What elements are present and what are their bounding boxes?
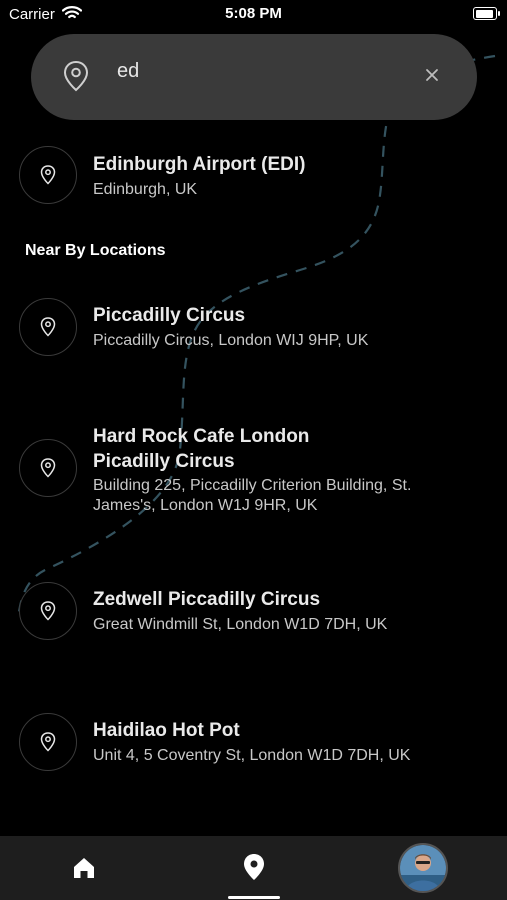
search-result-item[interactable]: Edinburgh Airport (EDI) Edinburgh, UK bbox=[0, 146, 507, 206]
search-bar[interactable]: ed bbox=[31, 34, 477, 120]
location-pin-icon bbox=[19, 146, 77, 204]
location-icon[interactable] bbox=[241, 853, 267, 881]
search-input[interactable]: ed bbox=[117, 60, 139, 83]
location-pin-icon bbox=[19, 713, 77, 771]
battery-icon bbox=[473, 7, 500, 20]
result-subtitle: Edinburgh, UK bbox=[93, 181, 198, 198]
nearby-title: Hard Rock Cafe London Picadilly Circus bbox=[93, 426, 310, 472]
active-tab-indicator bbox=[228, 896, 280, 899]
nearby-title: Zedwell Piccadilly Circus bbox=[93, 589, 321, 610]
profile-avatar[interactable] bbox=[398, 843, 448, 893]
close-icon[interactable] bbox=[424, 67, 440, 83]
nearby-item[interactable]: Piccadilly Circus Piccadilly Circus, Lon… bbox=[0, 298, 507, 358]
nearby-item[interactable]: Haidilao Hot Pot Unit 4, 5 Coventry St, … bbox=[0, 713, 507, 773]
result-title: Edinburgh Airport (EDI) bbox=[93, 154, 306, 175]
nearby-title: Piccadilly Circus bbox=[93, 305, 246, 326]
nearby-item[interactable]: Hard Rock Cafe London Picadilly Circus B… bbox=[0, 424, 507, 524]
nearby-item[interactable]: Zedwell Piccadilly Circus Great Windmill… bbox=[0, 582, 507, 642]
nearby-subtitle: Unit 4, 5 Coventry St, London W1D 7DH, U… bbox=[93, 747, 411, 764]
status-time: 5:08 PM bbox=[225, 5, 282, 22]
location-pin-icon bbox=[19, 439, 77, 497]
nearby-subtitle: Great Windmill St, London W1D 7DH, UK bbox=[93, 616, 388, 633]
section-title: Near By Locations bbox=[25, 242, 166, 259]
status-bar: Carrier 5:08 PM bbox=[0, 0, 507, 30]
home-icon[interactable] bbox=[71, 855, 97, 881]
nearby-subtitle: Piccadilly Circus, London WIJ 9HP, UK bbox=[93, 332, 369, 349]
location-pin-icon bbox=[19, 298, 77, 356]
tab-bar bbox=[0, 836, 507, 900]
map-pin-icon bbox=[63, 60, 89, 92]
nearby-subtitle: Building 225, Piccadilly Criterion Build… bbox=[93, 477, 412, 514]
location-pin-icon bbox=[19, 582, 77, 640]
nearby-title: Haidilao Hot Pot bbox=[93, 720, 240, 741]
